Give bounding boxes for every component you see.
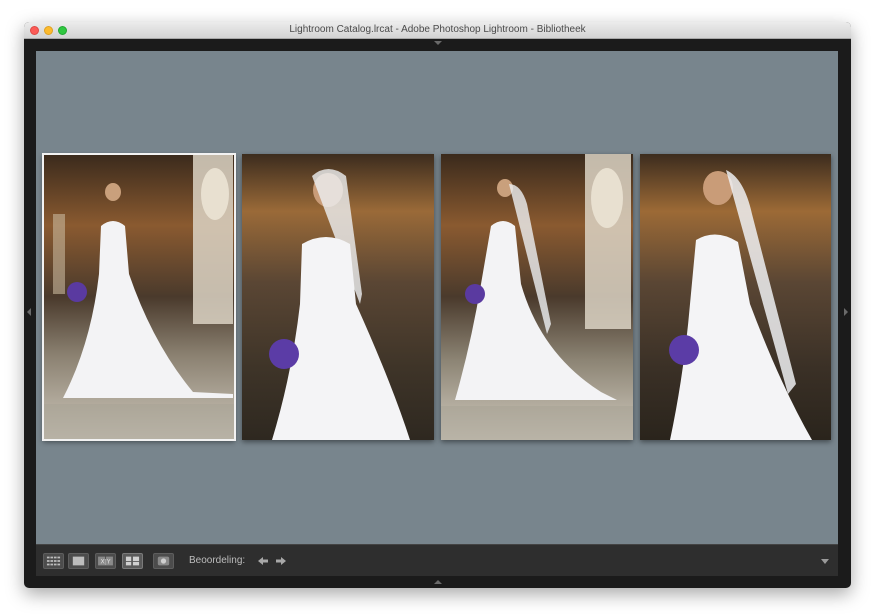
chevron-down-icon[interactable] bbox=[821, 559, 829, 564]
arrow-left-icon[interactable] bbox=[256, 554, 270, 568]
survey-view-area bbox=[36, 51, 838, 544]
window-title: Lightroom Catalog.lrcat - Adobe Photosho… bbox=[289, 24, 586, 35]
loupe-view-icon[interactable] bbox=[68, 553, 89, 569]
arrow-right-icon[interactable] bbox=[274, 554, 288, 568]
app-window: Lightroom Catalog.lrcat - Adobe Photosho… bbox=[24, 22, 851, 588]
filmstrip-toggle-icon[interactable] bbox=[434, 580, 442, 584]
compare-view-label: X|Y bbox=[101, 559, 111, 566]
people-view-icon[interactable] bbox=[153, 553, 174, 569]
compare-view-icon[interactable]: X|Y bbox=[95, 553, 116, 569]
bride-photo-4[interactable] bbox=[640, 154, 831, 440]
rating-label: Beoordeling: bbox=[189, 555, 246, 566]
survey-view-icon[interactable] bbox=[122, 553, 143, 569]
bride-photo-2[interactable] bbox=[242, 154, 434, 440]
title-bar[interactable]: Lightroom Catalog.lrcat - Adobe Photosho… bbox=[24, 22, 851, 39]
left-panel-toggle-icon[interactable] bbox=[27, 308, 31, 316]
bride-photo-3[interactable] bbox=[441, 154, 633, 440]
top-panel-toggle-icon[interactable] bbox=[434, 41, 442, 45]
right-panel-toggle-icon[interactable] bbox=[844, 308, 848, 316]
bride-photo-1[interactable] bbox=[42, 153, 236, 441]
library-toolbar: X|Y Beoordeling: bbox=[36, 544, 838, 576]
grid-view-icon[interactable] bbox=[43, 553, 64, 569]
